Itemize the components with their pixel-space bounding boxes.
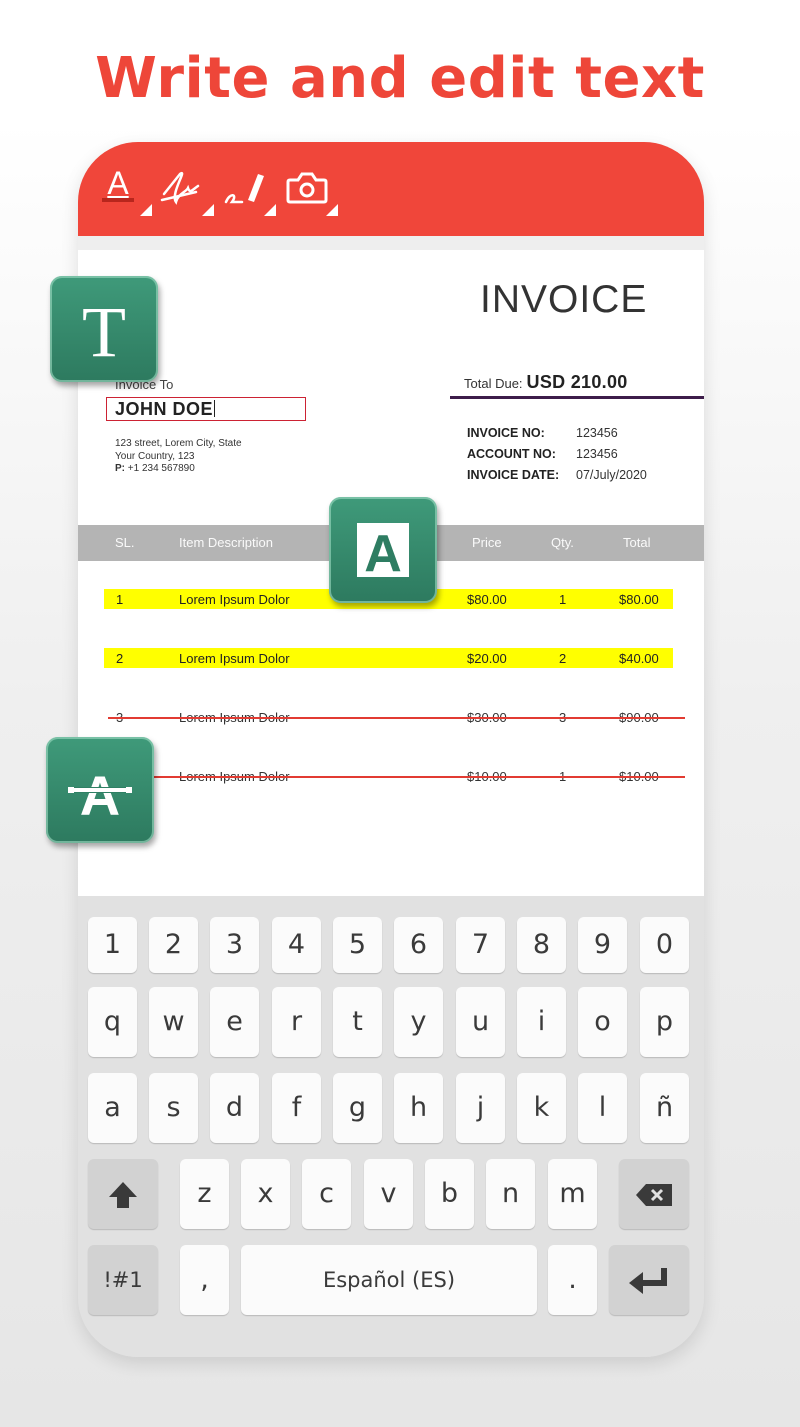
key-e[interactable]: e [210,987,259,1057]
key-s[interactable]: s [149,1073,198,1143]
enter-icon [629,1267,667,1294]
key-7[interactable]: 7 [456,917,505,973]
key-p[interactable]: p [640,987,689,1057]
key-o[interactable]: o [578,987,627,1057]
key-j[interactable]: j [456,1073,505,1143]
table-row[interactable]: 2 Lorem Ipsum Dolor $20.00 2 $40.00 [104,648,673,668]
customer-address: 123 street, Lorem City, State Your Count… [115,438,242,476]
key-q[interactable]: q [88,987,137,1057]
strikethrough-line [108,776,685,778]
key-u[interactable]: u [456,987,505,1057]
key-k[interactable]: k [517,1073,566,1143]
text-caret [214,400,216,417]
key-h[interactable]: h [394,1073,443,1143]
signature-tool[interactable] [158,164,218,220]
table-row[interactable]: 4 Lorem Ipsum Dolor $10.00 1 $10.00 [104,766,685,786]
key-w[interactable]: w [149,987,198,1057]
key-c[interactable]: c [302,1159,351,1229]
total-due-value: USD 210.00 [526,372,628,392]
key-3[interactable]: 3 [210,917,259,973]
text-tool-icon: T [50,276,158,382]
key-4[interactable]: 4 [272,917,321,973]
table-row[interactable]: 3 Lorem Ipsum Dolor $30.00 3 $90.00 [104,707,685,727]
key-6[interactable]: 6 [394,917,443,973]
key-8[interactable]: 8 [517,917,566,973]
draw-tool[interactable] [220,164,280,220]
tool-dropdown-indicator [140,204,152,216]
highlight-tool-icon: A [329,497,437,603]
key-9[interactable]: 9 [578,917,627,973]
key-r[interactable]: r [272,987,321,1057]
tool-dropdown-indicator [202,204,214,216]
editor-toolbar: A [78,142,704,236]
customer-name-text-field[interactable]: JOHN DOE [106,397,306,421]
account-number: ACCOUNT NO: 123456 [467,447,618,461]
key-2[interactable]: 2 [149,917,198,973]
invoice-title: INVOICE [480,278,648,321]
camera-tool[interactable] [282,164,342,220]
symbols-key[interactable]: !#1 [88,1245,158,1315]
shift-key[interactable] [88,1159,158,1229]
highlight-tool-button[interactable]: A [329,497,437,603]
key-z[interactable]: z [180,1159,229,1229]
backspace-key[interactable] [619,1159,689,1229]
backspace-icon [636,1183,672,1206]
headline: Write and edit text [95,46,705,111]
key-y[interactable]: y [394,987,443,1057]
period-key[interactable]: . [548,1245,597,1315]
page-edge [78,236,704,250]
key-n[interactable]: n [486,1159,535,1229]
customer-name: JOHN DOE [115,399,214,419]
enter-key[interactable] [609,1245,689,1315]
key-a[interactable]: a [88,1073,137,1143]
text-tool-button[interactable]: T [50,276,158,382]
address-line-2: Your Country, 123 [115,450,195,462]
total-due: Total Due: USD 210.00 [464,372,628,392]
key-v[interactable]: v [364,1159,413,1229]
svg-text:T: T [82,292,126,372]
strikethrough-tool-icon: A [46,737,154,843]
camera-icon [286,172,328,204]
key-x[interactable]: x [241,1159,290,1229]
key-m[interactable]: m [548,1159,597,1229]
key-f[interactable]: f [272,1073,321,1143]
key-l[interactable]: l [578,1073,627,1143]
invoice-number: INVOICE NO: 123456 [467,426,618,440]
col-total: Total [623,535,651,550]
tool-dropdown-indicator [264,204,276,216]
pen-draw-icon [224,174,264,204]
svg-text:A: A [364,525,402,583]
shift-icon [109,1181,137,1208]
strikethrough-tool-button[interactable]: A [46,737,154,843]
key-g[interactable]: g [333,1073,382,1143]
key-i[interactable]: i [517,987,566,1057]
text-color-tool[interactable]: A [96,164,156,220]
svg-text:A: A [80,764,120,827]
space-key[interactable]: Español (ES) [241,1245,537,1315]
col-qty: Qty. [551,535,574,550]
text-color-icon: A [102,165,134,202]
key-0[interactable]: 0 [640,917,689,973]
svg-text:A: A [107,165,129,201]
col-description: Item Description [179,535,273,550]
key-b[interactable]: b [425,1159,474,1229]
strikethrough-line [108,717,685,719]
phone-line: P: +1 234 567890 [115,463,195,474]
invoice-date: INVOICE DATE: 07/July/2020 [467,468,647,482]
divider [450,396,704,399]
key-d[interactable]: d [210,1073,259,1143]
key-5[interactable]: 5 [333,917,382,973]
keyboard: 1 2 3 4 5 6 7 8 9 0 q w e r t y u i o p a s d f g h j k l ñ z x c v b n m !#1… [78,896,704,1357]
signature-icon [160,171,200,205]
key-t[interactable]: t [333,987,382,1057]
address-line-1: 123 street, Lorem City, State [115,438,242,449]
comma-key[interactable]: , [180,1245,229,1315]
tool-dropdown-indicator [326,204,338,216]
key-ñ[interactable]: ñ [640,1073,689,1143]
key-1[interactable]: 1 [88,917,137,973]
col-price: Price [472,535,502,550]
phone-frame: A INVOICE Invoice To JOHN DOE 123 street… [78,142,704,1357]
col-sl: SL. [115,535,135,550]
